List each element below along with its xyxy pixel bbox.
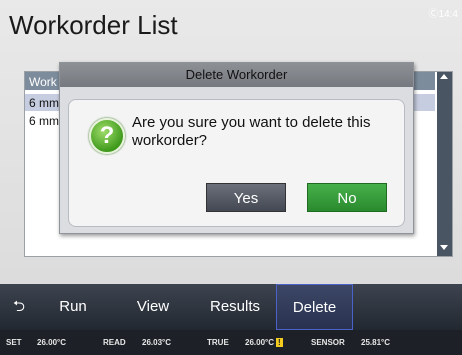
dialog-body: ? Are you sure you want to delete this w… xyxy=(68,99,405,227)
dialog-message: Are you sure you want to delete this wor… xyxy=(132,114,371,149)
true-reading: 26.00°C! xyxy=(245,338,283,347)
yes-button[interactable]: Yes xyxy=(206,183,286,212)
question-icon: ? xyxy=(89,118,125,154)
read-value: 26.03°C xyxy=(142,338,171,347)
dialog-title: Delete Workorder xyxy=(60,63,413,87)
sensor-label: SENSOR xyxy=(311,338,345,347)
delete-dialog: Delete Workorder ? Are you sure you want… xyxy=(59,62,414,234)
main-screen: Workorder List Ⓒ14:4 Work 6 mm 6 mm Dele… xyxy=(0,0,462,284)
scroll-up-icon[interactable] xyxy=(440,74,448,79)
sensor-value: 25.81°C xyxy=(361,338,390,347)
delete-button[interactable]: Delete xyxy=(276,284,353,330)
scroll-down-icon[interactable] xyxy=(440,245,448,250)
true-label: TRUE xyxy=(207,338,229,347)
read-label: READ xyxy=(103,338,126,347)
page-title: Workorder List xyxy=(9,10,178,40)
run-button[interactable]: Run xyxy=(48,284,98,330)
clock: Ⓒ14:4 xyxy=(428,9,458,20)
no-button[interactable]: No xyxy=(307,183,387,212)
status-bar: SET 26.00°C READ 26.03°C TRUE 26.00°C! S… xyxy=(0,330,462,355)
scrollbar[interactable] xyxy=(437,72,452,256)
warning-icon: ! xyxy=(276,338,283,347)
true-value: 26.00°C xyxy=(245,338,274,347)
back-icon[interactable]: ⮌ xyxy=(8,284,30,330)
header: Workorder List Ⓒ14:4 xyxy=(0,0,462,52)
set-label: SET xyxy=(6,338,22,347)
view-button[interactable]: View xyxy=(128,284,178,330)
set-value: 26.00°C xyxy=(37,338,66,347)
results-button[interactable]: Results xyxy=(203,284,267,330)
bottom-toolbar: ⮌ Run View Results Delete xyxy=(0,284,462,330)
